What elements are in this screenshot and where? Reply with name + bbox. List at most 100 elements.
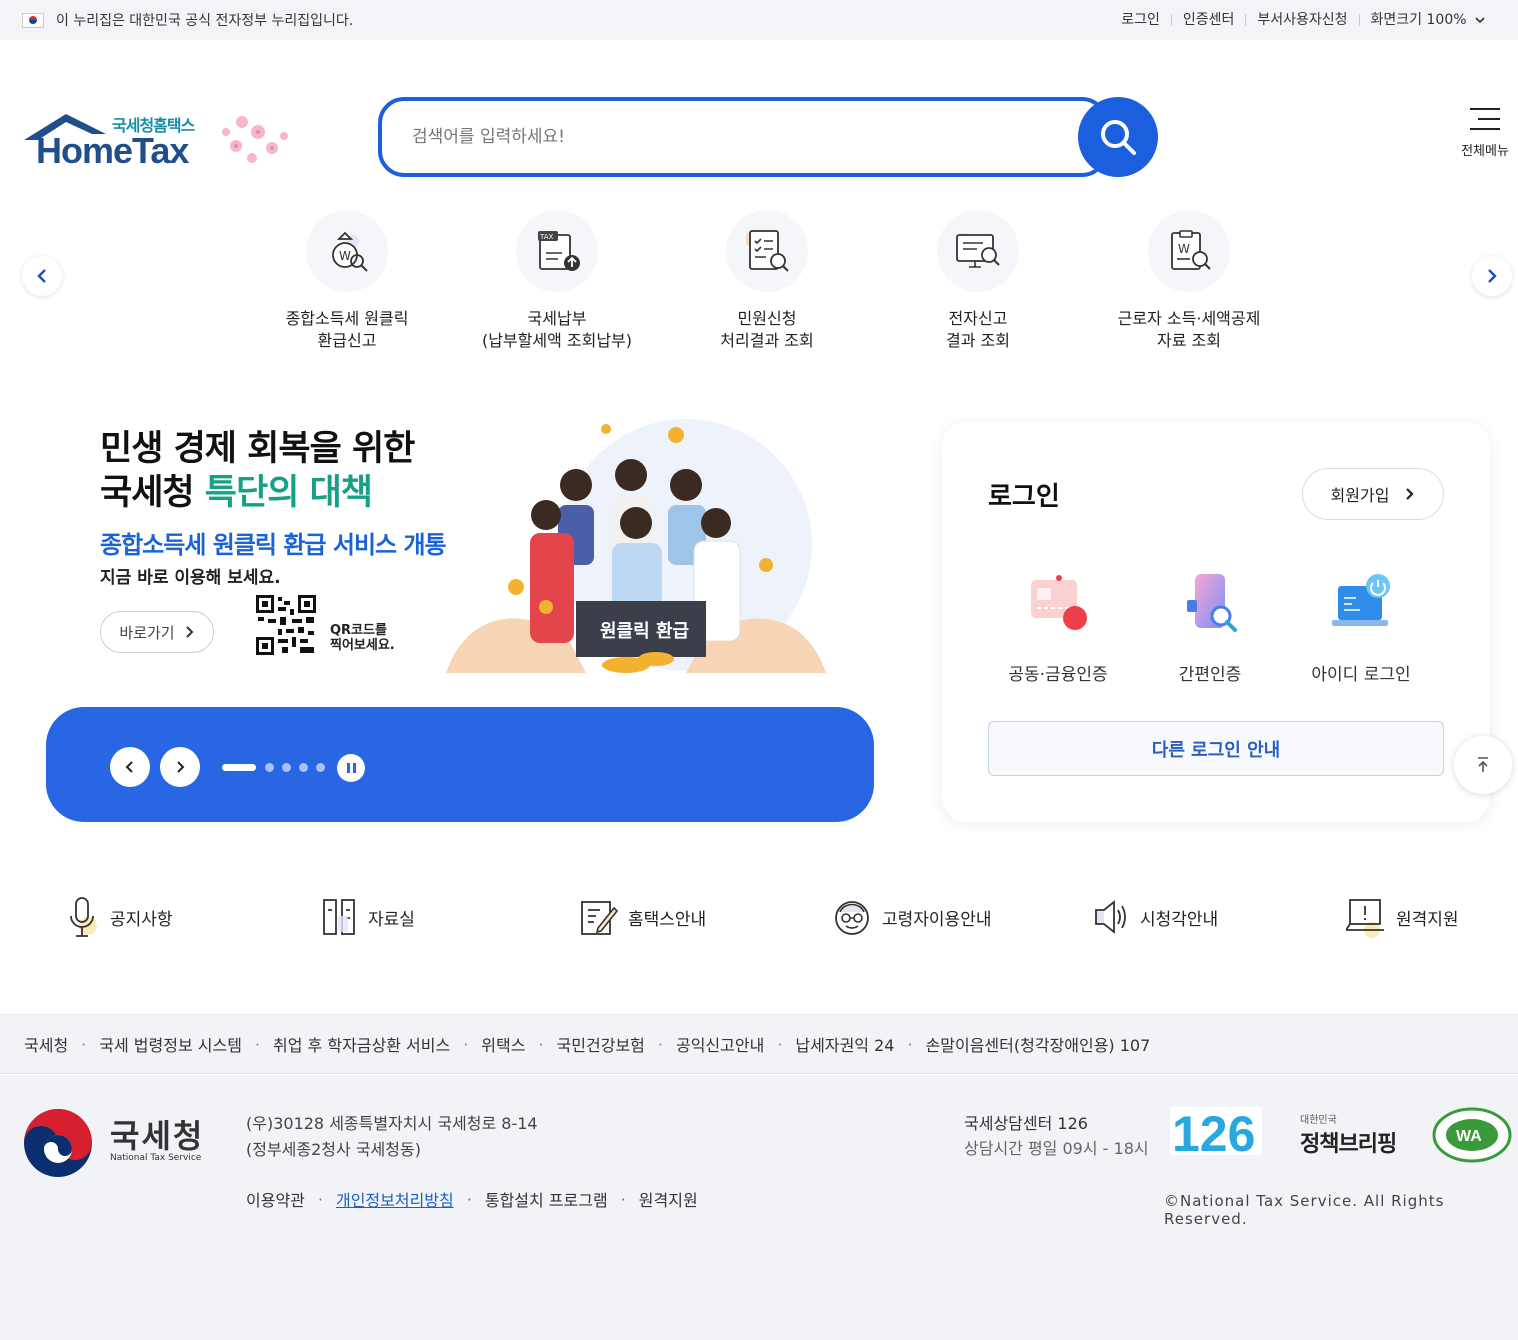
speaker-icon xyxy=(1095,900,1126,934)
cherry-blossom-icon xyxy=(222,116,288,163)
quick-menu-label: 전자신고 결과 조회 xyxy=(946,309,1010,350)
banner-line2: 국세청 특단의 대책 xyxy=(100,471,414,515)
footer-link[interactable]: 취업 후 학자금상환 서비스 xyxy=(273,1032,450,1056)
service-hometax-guide[interactable]: 홈택스안내 xyxy=(580,890,706,944)
scroll-to-top-button[interactable] xyxy=(1454,736,1512,794)
other-login-guide-button[interactable]: 다른 로그인 안내 xyxy=(988,721,1444,776)
web-accessibility-mark-icon[interactable]: WA xyxy=(1432,1107,1512,1163)
hamburger-icon xyxy=(1470,108,1500,130)
slider-prev-button[interactable] xyxy=(110,747,150,787)
checklist-search-icon xyxy=(726,210,808,292)
quick-menu-label: 종합소득세 원클릭 환급신고 xyxy=(285,309,409,350)
banner-sign-text: 원클릭 환급 xyxy=(600,620,689,642)
svg-text:126: 126 xyxy=(1172,1107,1255,1155)
option-label: 공동·금융인증 xyxy=(1008,665,1108,685)
slider-pause-button[interactable] xyxy=(337,754,365,782)
simple-auth-login-option[interactable]: 간편인증 xyxy=(1135,572,1285,685)
footer-link[interactable]: 국민건강보험 xyxy=(557,1032,645,1056)
banner-headline: 민생 경제 회복을 위한 국세청 특단의 대책 xyxy=(100,427,415,515)
slider-indicator[interactable] xyxy=(299,763,308,772)
footer-link[interactable]: 위택스 xyxy=(481,1032,525,1056)
slider-indicator-active[interactable] xyxy=(222,764,256,771)
service-label: 자료실 xyxy=(368,909,415,930)
privacy-policy-link[interactable]: 개인정보처리방침 xyxy=(336,1187,454,1211)
all-menu-button[interactable]: 전체메뉴 xyxy=(1452,108,1518,159)
hometax-logo[interactable]: 국세청홈택스 HomeTax xyxy=(22,106,312,176)
footer-related-links: 국세청 · 국세 법령정보 시스템 · 취업 후 학자금상환 서비스 · 위택스 · 국… xyxy=(0,1014,1518,1074)
join-button[interactable]: 회원가입 xyxy=(1302,468,1444,520)
svg-text:WA: WA xyxy=(1456,1128,1482,1145)
option-label: 아이디 로그인 xyxy=(1311,665,1411,685)
terms-link[interactable]: 이용약관 xyxy=(246,1187,305,1211)
search-input[interactable] xyxy=(412,127,1032,147)
footer-link[interactable]: 납세자권익 24 xyxy=(795,1032,894,1056)
service-archive[interactable]: 자료실 xyxy=(322,890,415,944)
footer-link[interactable]: 공익신고안내 xyxy=(676,1032,764,1056)
top-links: 로그인 인증센터 부서사용자신청 화면크기 100% xyxy=(1110,13,1496,27)
guide-edit-icon xyxy=(581,901,618,935)
service-label: 홈택스안내 xyxy=(628,909,707,930)
footer: 국세청 National Tax Service (우)30128 세종특별자치… xyxy=(0,1075,1518,1340)
microphone-icon xyxy=(70,897,97,937)
search-bar xyxy=(378,97,1158,177)
certificate-card-icon xyxy=(1031,575,1087,630)
top-login-link[interactable]: 로그인 xyxy=(1110,13,1171,27)
quick-menu-item[interactable]: TAX 국세납부 (납부할세액 조회납부) xyxy=(452,210,662,352)
footer-link[interactable]: 손말이음센터(청각장애인용) 107 xyxy=(926,1032,1151,1056)
quick-menu-prev-button[interactable] xyxy=(22,256,62,296)
badge-126-icon[interactable]: 126 xyxy=(1170,1107,1262,1155)
banner-go-button[interactable]: 바로가기 xyxy=(100,611,214,653)
quick-menu-item[interactable]: 전자신고 결과 조회 xyxy=(873,210,1083,352)
gov-banner: 이 누리집은 대한민국 공식 전자정부 누리집입니다. 로그인 인증센터 부서사… xyxy=(0,0,1518,40)
service-elderly-guide[interactable]: 고령자이용안내 xyxy=(834,890,991,944)
pause-icon xyxy=(346,763,350,773)
call-center-info: 국세상담센터 126 상담시간 평일 09시 - 18시 xyxy=(964,1111,1149,1161)
archive-icon xyxy=(323,899,355,935)
banner-desc: 지금 바로 이용해 보세요. xyxy=(100,568,281,588)
slider-indicator[interactable] xyxy=(265,763,274,772)
footer-link[interactable]: 국세 법령정보 시스템 xyxy=(99,1032,242,1056)
address-line1: (우)30128 세종특별자치시 국세청로 8-14 xyxy=(246,1114,538,1133)
quick-menu-item[interactable]: W 종합소득세 원클릭 환급신고 xyxy=(242,210,452,352)
footer-link[interactable]: 국세청 xyxy=(24,1032,68,1056)
login-title: 로그인 xyxy=(988,482,1060,512)
quick-menu-item[interactable]: 민원신청 처리결과 조회 xyxy=(662,210,872,352)
gov-notice: 이 누리집은 대한민국 공식 전자정부 누리집입니다. xyxy=(56,13,354,29)
svg-text:W: W xyxy=(1178,242,1190,256)
service-label: 고령자이용안내 xyxy=(882,909,992,930)
service-remote-support[interactable]: 원격지원 xyxy=(1346,890,1459,944)
korea-flag-icon xyxy=(22,12,44,28)
install-program-link[interactable]: 통합설치 프로그램 xyxy=(485,1187,608,1211)
slider-indicator[interactable] xyxy=(316,763,325,772)
remote-support-link[interactable]: 원격지원 xyxy=(639,1187,698,1211)
quick-menu-next-button[interactable] xyxy=(1472,256,1512,296)
option-label: 간편인증 xyxy=(1178,665,1242,685)
nts-name: 국세청 xyxy=(110,1117,205,1155)
search-button[interactable] xyxy=(1078,97,1158,177)
joint-cert-login-option[interactable]: 공동·금융인증 xyxy=(983,572,1133,685)
quick-menu-item[interactable]: W 근로자 소득·세액공제 자료 조회 xyxy=(1084,210,1294,352)
quick-menu-label: 국세납부 (납부할세액 조회납부) xyxy=(481,309,633,350)
service-audiovisual-guide[interactable]: 시청각안내 xyxy=(1092,890,1218,944)
promo-banner[interactable]: 민생 경제 회복을 위한 국세청 특단의 대책 종합소득세 원클릭 환급 서비스… xyxy=(46,405,874,675)
qr-code-icon xyxy=(254,593,318,657)
service-notice[interactable]: 공지사항 xyxy=(66,890,173,944)
nts-name-en: National Tax Service xyxy=(110,1153,202,1163)
footer-address: (우)30128 세종특별자치시 국세청로 8-14 (정부세종2청사 국세청동… xyxy=(246,1111,538,1163)
zoom-select[interactable]: 화면크기 100% xyxy=(1358,13,1496,27)
elderly-icon xyxy=(835,901,869,935)
banner-slider-controls xyxy=(46,707,874,822)
chevron-right-icon xyxy=(185,626,194,638)
search-box xyxy=(378,97,1108,177)
top-cert-center-link[interactable]: 인증센터 xyxy=(1170,13,1246,27)
id-login-option[interactable]: 아이디 로그인 xyxy=(1286,572,1436,685)
banner-line2-a: 국세청 xyxy=(100,473,205,513)
slider-next-button[interactable] xyxy=(160,747,200,787)
top-dept-user-link[interactable]: 부서사용자신청 xyxy=(1245,13,1358,27)
all-menu-label: 전체메뉴 xyxy=(1461,144,1509,159)
logo-main: HomeTax xyxy=(36,130,189,171)
policy-briefing-logo[interactable]: 대한민국 정책브리핑 xyxy=(1300,1111,1410,1157)
service-label: 시청각안내 xyxy=(1140,909,1219,930)
slider-indicator[interactable] xyxy=(282,763,291,772)
search-icon xyxy=(1101,120,1136,155)
